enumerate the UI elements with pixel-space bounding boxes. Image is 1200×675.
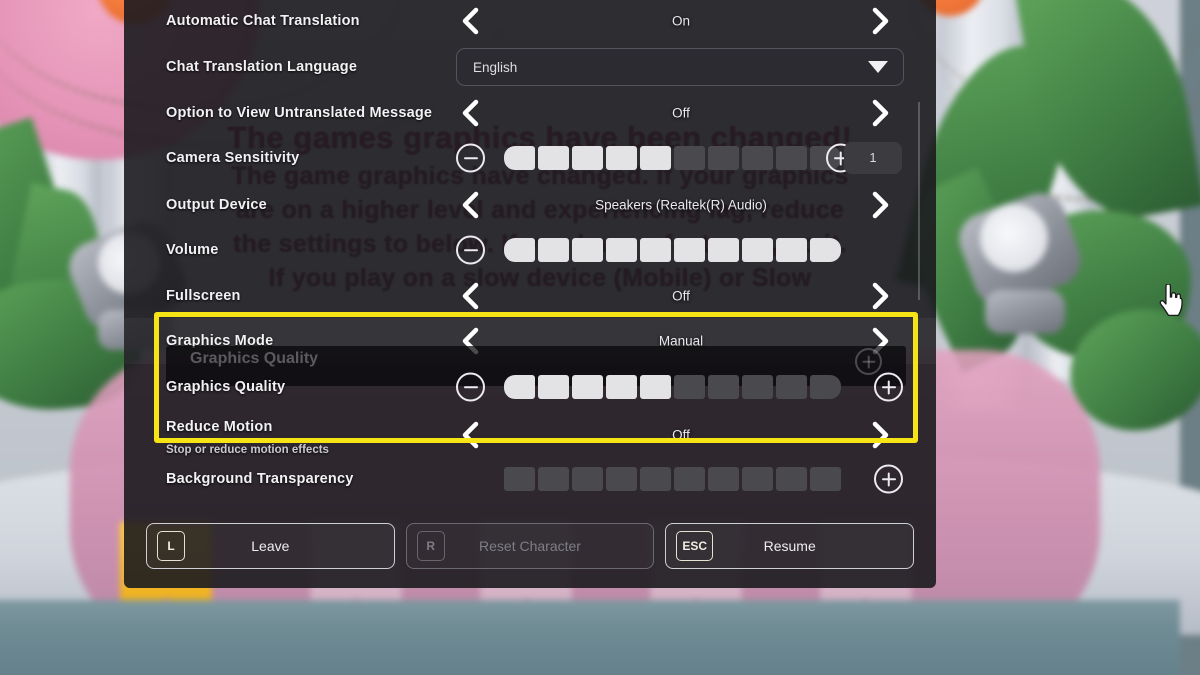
row-label: Reduce Motion [166,419,273,435]
setting-row-background-transparency[interactable]: Background Transparency [124,456,936,502]
row-sublabel: Stop or reduce motion effects [166,444,329,456]
chevron-right-icon[interactable] [866,281,894,311]
row-label: Camera Sensitivity [166,150,300,166]
chevron-left-icon[interactable] [456,98,484,128]
chevron-left-icon[interactable] [456,281,484,311]
chevron-down-icon [868,61,888,73]
row-value: Off [672,288,690,304]
setting-row-view-untranslated-message[interactable]: Option to View Untranslated Message Off [124,90,936,136]
setting-row-reduce-motion[interactable]: Reduce Motion Stop or reduce motion effe… [124,404,936,456]
row-label: Automatic Chat Translation [166,13,360,29]
plus-circle-icon[interactable] [874,464,903,494]
setting-row-automatic-chat-translation[interactable]: Automatic Chat Translation On [124,0,936,44]
row-value: Off [672,105,690,121]
graphics-quality-slider[interactable] [504,375,841,399]
chevron-right-icon[interactable] [866,98,894,128]
setting-row-fullscreen[interactable]: Fullscreen Off [124,273,936,319]
chevron-left-icon[interactable] [456,420,484,450]
settings-list[interactable]: Automatic Chat Translation On Chat Trans… [124,0,936,588]
language-dropdown[interactable]: English [456,48,904,86]
background-transparency-slider[interactable] [504,467,841,491]
chevron-right-icon[interactable] [866,190,894,220]
setting-row-chat-translation-language[interactable]: Chat Translation Language English [124,44,936,90]
minus-circle-icon[interactable] [456,143,485,173]
row-label: Chat Translation Language [166,59,358,75]
chevron-right-icon[interactable] [866,326,894,356]
background-spotlight-base [985,290,1065,334]
setting-row-camera-sensitivity[interactable]: Camera Sensitivity 1 [124,135,936,181]
resume-button[interactable]: ESC Resume [665,523,915,569]
row-label: Volume [166,242,219,258]
row-label: Graphics Mode [166,333,274,349]
settings-panel: Automatic Chat Translation On Chat Trans… [124,0,936,588]
minus-circle-icon[interactable] [456,235,485,265]
row-label: Fullscreen [166,288,241,304]
chevron-right-icon[interactable] [866,6,894,36]
key-badge: L [157,531,185,561]
panel-footer: L Leave R Reset Character ESC Resume [124,517,936,575]
background-water [0,600,1180,675]
screen: The games graphics have been changed! Th… [0,0,1200,675]
setting-row-output-device[interactable]: Output Device Speakers (Realtek(R) Audio… [124,182,936,228]
dropdown-selected-value: English [473,59,518,75]
row-value: On [671,13,690,29]
camera-sensitivity-value: 1 [844,142,902,174]
pointer-hand-cursor [1158,283,1184,317]
plus-circle-icon[interactable] [874,372,903,402]
chevron-left-icon[interactable] [456,6,484,36]
volume-slider[interactable] [504,238,841,262]
row-value: Off [672,427,690,443]
setting-row-volume[interactable]: Volume [124,227,936,273]
key-badge: ESC [676,531,714,561]
row-label: Graphics Quality [166,379,286,395]
row-label: Output Device [166,197,267,213]
camera-sensitivity-slider[interactable] [504,146,841,170]
row-label: Background Transparency [166,471,354,487]
chevron-left-icon[interactable] [456,326,484,356]
row-label: Option to View Untranslated Message [166,105,433,121]
chevron-right-icon[interactable] [866,420,894,450]
vertical-scrollbar[interactable] [918,102,920,300]
minus-circle-icon[interactable] [456,372,485,402]
row-value: Speakers (Realtek(R) Audio) [595,197,767,213]
reset-character-button[interactable]: R Reset Character [405,523,655,569]
chevron-left-icon[interactable] [456,190,484,220]
leave-button[interactable]: L Leave [146,523,395,569]
row-value: Manual [658,333,704,349]
key-badge: R [416,531,445,561]
setting-row-graphics-mode[interactable]: Graphics Mode Manual [124,318,936,364]
